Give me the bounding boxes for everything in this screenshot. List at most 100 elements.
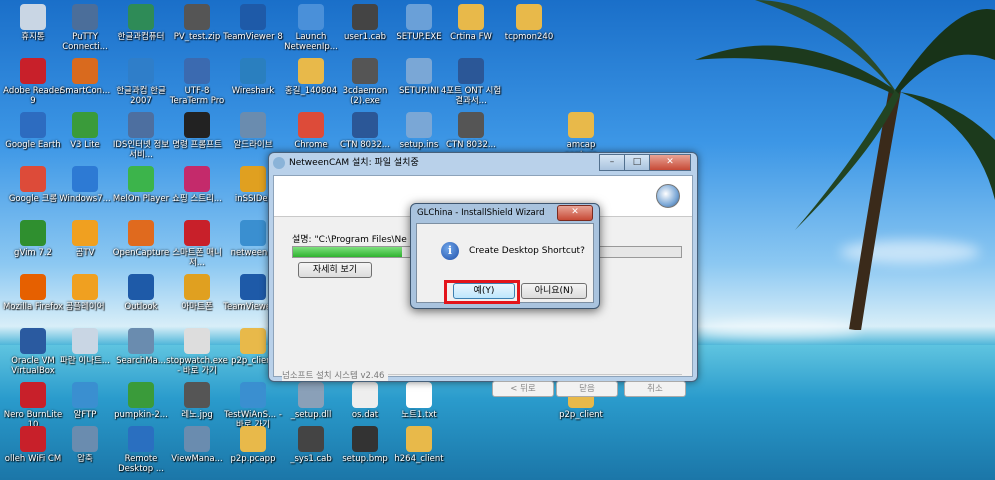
installer-titlebar[interactable]: NetweenCAM 설치: 파일 설치중 – □ ✕: [269, 153, 697, 173]
pumpkin-icon: [128, 382, 154, 408]
desktop-icon-label: SmartCon...: [59, 86, 111, 96]
close-button[interactable]: ✕: [649, 154, 691, 171]
prompt-titlebar[interactable]: GLChina - InstallShield Wizard ✕: [411, 204, 599, 222]
desktop-icon[interactable]: PuTTY Connecti...: [54, 4, 116, 52]
progress-fill: [293, 247, 402, 257]
desktop-icon[interactable]: 아마트폰: [166, 274, 228, 312]
folder-icon: [240, 426, 266, 452]
dat-icon: [352, 382, 378, 408]
prompt-title: GLChina - InstallShield Wizard: [417, 208, 545, 218]
desktop-icon[interactable]: UTF-8 TeraTerm Pro: [166, 58, 228, 106]
desktop-icon[interactable]: 3cdaemon (2).exe: [334, 58, 396, 106]
desktop-icon[interactable]: SearchMa...: [110, 328, 172, 366]
desktop-icon[interactable]: 4포트 ONT 시험결과서...: [440, 58, 502, 106]
desktop-icon[interactable]: 파란 이나트...: [54, 328, 116, 366]
desktop-icon[interactable]: IDS인터넷 정보서비...: [110, 112, 172, 160]
desktop-icon[interactable]: 압축: [54, 426, 116, 464]
adobe-reader-icon: [20, 58, 46, 84]
desktop-icon-label: V3 Lite: [70, 140, 100, 150]
cancel-button[interactable]: 취소: [624, 381, 686, 397]
cab-icon: [298, 426, 324, 452]
desktop-icon[interactable]: 알드라이브: [222, 112, 284, 150]
desktop-icon[interactable]: CTN 8032...: [440, 112, 502, 150]
desktop-icon[interactable]: 한글과컴 한글 2007: [110, 58, 172, 106]
smartphone-icon: [184, 220, 210, 246]
desktop-icon-label: Chrome: [294, 140, 328, 150]
desktop-icon[interactable]: V3 Lite: [54, 112, 116, 150]
next-button[interactable]: 닫음: [556, 381, 618, 397]
cmd-icon: [184, 112, 210, 138]
no-button[interactable]: 아니요(N): [521, 283, 587, 299]
desktop-icon-label: os.dat: [351, 410, 379, 420]
folder-icon: [516, 4, 542, 30]
desktop-icon[interactable]: tcpmon240: [498, 4, 560, 42]
desktop-icon-label: 레노.jpg: [181, 410, 213, 420]
desktop-icon[interactable]: Launch NetweenIp...: [280, 4, 342, 52]
desktop-icon-label: user1.cab: [344, 32, 386, 42]
shortcut-icon: [240, 382, 266, 408]
chrome-icon: [298, 112, 324, 138]
desktop-icon[interactable]: pumpkin-2...: [110, 382, 172, 420]
desktop-icon[interactable]: h264_client: [388, 426, 450, 464]
desktop-icon[interactable]: user1.cab: [334, 4, 396, 42]
desktop-icon[interactable]: stopwatch.exe - 바로 가기: [166, 328, 228, 376]
desktop-icon[interactable]: p2p.pcapp: [222, 426, 284, 464]
desktop-icon[interactable]: 한글과컴퓨터: [110, 4, 172, 42]
stopwatch-icon: [184, 328, 210, 354]
desktop-icon[interactable]: PV_test.zip: [166, 4, 228, 42]
teamviewer-icon: [240, 274, 266, 300]
desktop-icon[interactable]: Windows7...: [54, 166, 116, 204]
ins-icon: [406, 112, 432, 138]
desktop-icon-label: Wireshark: [231, 86, 275, 96]
desktop-icon[interactable]: 스마트폰 매니저...: [166, 220, 228, 268]
desktop-icon[interactable]: CTN 8032...: [334, 112, 396, 150]
desktop-icon[interactable]: 쇼핑 스트리...: [166, 166, 228, 204]
desktop-icon[interactable]: 곰플레이어: [54, 274, 116, 312]
desktop-icon[interactable]: Outlook: [110, 274, 172, 312]
desktop-icon[interactable]: _setup.dll: [280, 382, 342, 420]
wireshark-icon: [240, 58, 266, 84]
folder-icon: [240, 328, 266, 354]
desktop-icon-label: 4포트 ONT 시험결과서...: [440, 86, 502, 106]
desktop-icon[interactable]: 곰TV: [54, 220, 116, 258]
desktop-icon[interactable]: 레노.jpg: [166, 382, 228, 420]
desktop-icon[interactable]: MelOn Player: [110, 166, 172, 204]
desktop-icon[interactable]: setup.bmp: [334, 426, 396, 464]
txt-icon: [406, 382, 432, 408]
putty-icon: [72, 4, 98, 30]
desktop-icon-label: IDS인터넷 정보서비...: [112, 140, 170, 160]
desktop-icon-label: p2p_client: [559, 410, 603, 420]
desktop-icon[interactable]: 홍길_140804: [280, 58, 342, 96]
prompt-close-button[interactable]: ✕: [557, 205, 593, 221]
search-icon: [128, 328, 154, 354]
desktop-icon[interactable]: Remote Desktop ...: [110, 426, 172, 474]
remote-desktop-icon: [128, 426, 154, 452]
desktop-icon-label: PuTTY Connecti...: [62, 32, 108, 52]
desktop-icon[interactable]: OpenCapture: [110, 220, 172, 258]
minimize-button[interactable]: –: [599, 154, 625, 171]
virtualbox-icon: [20, 328, 46, 354]
hwp-icon: [128, 58, 154, 84]
desktop-icon[interactable]: 알FTP: [54, 382, 116, 420]
desktop-icon[interactable]: SmartCon...: [54, 58, 116, 96]
maximize-button[interactable]: □: [624, 154, 650, 171]
desktop-icon[interactable]: _sys1.cab: [280, 426, 342, 464]
show-details-button[interactable]: 자세히 보기: [298, 262, 372, 278]
desktop-icon-label: SearchMa...: [116, 356, 166, 366]
desktop-icon[interactable]: os.dat: [334, 382, 396, 420]
desktop-icon[interactable]: Crtina FW: [440, 4, 502, 42]
back-button[interactable]: < 뒤로: [492, 381, 554, 397]
desktop-icon[interactable]: TeamViewer 8: [222, 4, 284, 42]
desktop-icon[interactable]: Chrome: [280, 112, 342, 150]
firefox-icon: [20, 274, 46, 300]
desktop-icon-label: TeamViewer 8: [223, 32, 283, 42]
desktop-icon[interactable]: ViewMana...: [166, 426, 228, 464]
desktop-icon[interactable]: 명령 프롬프트: [166, 112, 228, 150]
install-status-text: 설명: "C:\Program Files\Ne: [292, 235, 407, 245]
aldrive-icon: [240, 112, 266, 138]
desktop-icon[interactable]: Wireshark: [222, 58, 284, 96]
desktop-icon[interactable]: 노트1.txt: [388, 382, 450, 420]
yes-button-highlight: [444, 280, 520, 304]
bmp-icon: [352, 426, 378, 452]
desktop-icon[interactable]: TestWiAnS... - 바로 가기: [222, 382, 284, 430]
